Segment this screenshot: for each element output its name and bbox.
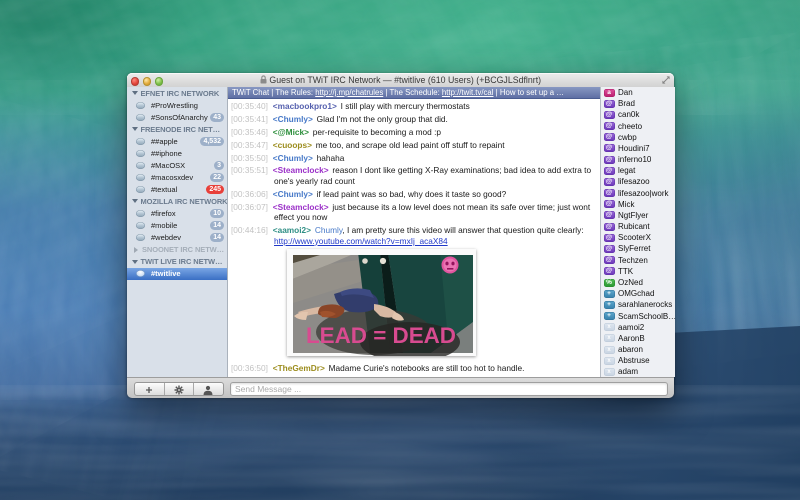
svg-text:LEAD = DEAD: LEAD = DEAD: [306, 323, 456, 348]
